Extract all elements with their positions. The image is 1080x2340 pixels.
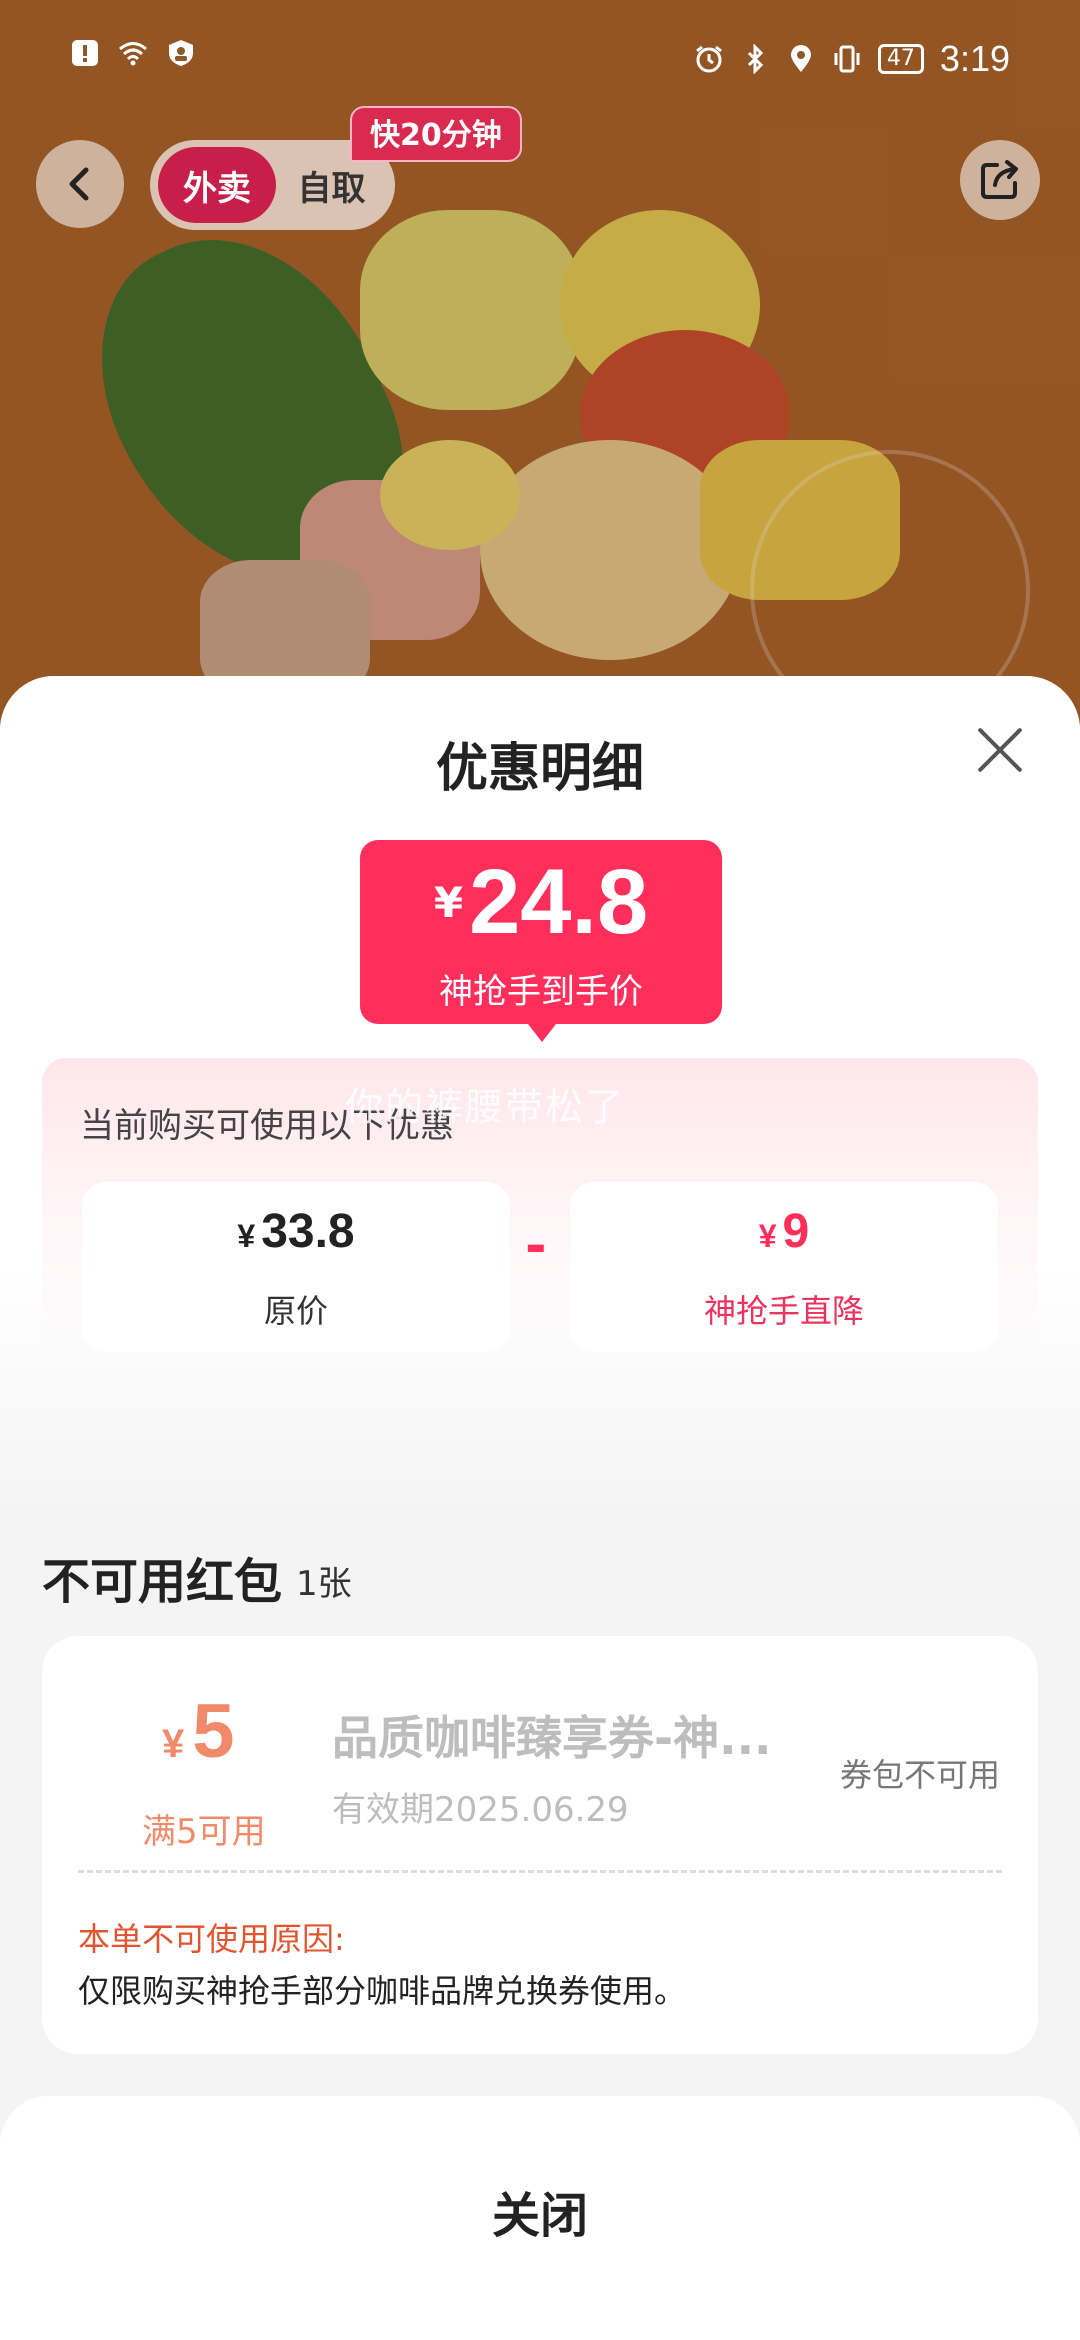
alarm-icon [695, 45, 722, 73]
coupon-value: 5 [192, 1689, 235, 1774]
alert-icon [72, 40, 98, 66]
final-price-currency: ¥ [433, 878, 464, 927]
reduction-card: ¥9 神抢手直降 [570, 1182, 998, 1352]
status-bar: 47 3:19 [0, 0, 1080, 120]
final-price-label: 神抢手到手价 [439, 972, 643, 1012]
coupon-status: 券包不可用 [839, 1756, 1000, 1794]
fast-badge: 快20分钟 [350, 106, 522, 162]
coupon-reason: 仅限购买神抢手部分咖啡品牌兑换券使用。 [78, 1972, 687, 2010]
coupon-condition: 满5可用 [142, 1812, 266, 1852]
mode-pickup-tab[interactable]: 自取 [276, 161, 387, 210]
share-button[interactable] [960, 140, 1040, 220]
original-price-label: 原价 [263, 1292, 328, 1330]
reduction-amount: 9 [782, 1205, 810, 1258]
battery-level: 47 [877, 44, 924, 74]
wifi-icon [119, 42, 147, 66]
chevron-left-icon [69, 167, 89, 201]
close-button[interactable]: 关闭 [0, 2176, 1080, 2246]
reduction-label: 神抢手直降 [703, 1292, 864, 1330]
coupon-name: 品质咖啡臻享券-神... [332, 1711, 772, 1765]
sheet-title: 优惠明细 [435, 739, 644, 799]
coupon-reason-title: 本单不可使用原因: [78, 1920, 345, 1958]
reduction-currency: ¥ [758, 1218, 777, 1254]
coupon-card: ¥5 满5可用 品质咖啡臻享券-神... 有效期2025.06.29 券包不可用… [42, 1636, 1038, 2054]
original-price-card: ¥33.8 原价 [82, 1182, 510, 1352]
coupon-validity: 有效期2025.06.29 [332, 1790, 629, 1830]
minus-sign: - [525, 1216, 547, 1276]
coupon-amount: ¥5 [162, 1688, 235, 1775]
bottom-bar: 关闭 [0, 2096, 1080, 2340]
clock: 3:19 [939, 38, 1010, 79]
mode-delivery-tab[interactable]: 外卖 [158, 147, 276, 223]
close-icon[interactable] [970, 720, 1030, 780]
share-icon [981, 160, 1018, 199]
back-button[interactable] [36, 140, 124, 228]
final-price-box: ¥24.8 神抢手到手价 [360, 840, 722, 1042]
location-icon [790, 45, 811, 72]
bluetooth-icon [747, 44, 764, 74]
unavailable-count: 1张 [296, 1564, 352, 1604]
original-price-currency: ¥ [237, 1218, 256, 1254]
final-price-amount: 24.8 [469, 851, 649, 953]
coupon-currency: ¥ [162, 1722, 185, 1766]
watermark-text: 你的裤腰带松了 [345, 1085, 626, 1129]
vpn-icon [169, 40, 193, 66]
original-price-amount: 33.8 [261, 1205, 355, 1258]
unavailable-section-title: 不可用红包 [42, 1554, 283, 1610]
coupon-divider [78, 1870, 1002, 1873]
discount-detail-sheet: 优惠明细 ¥24.8 神抢手到手价 当前购买可使用以下优惠 你的裤腰带松了 ¥3… [0, 676, 1080, 2340]
vibrate-icon [834, 45, 860, 73]
